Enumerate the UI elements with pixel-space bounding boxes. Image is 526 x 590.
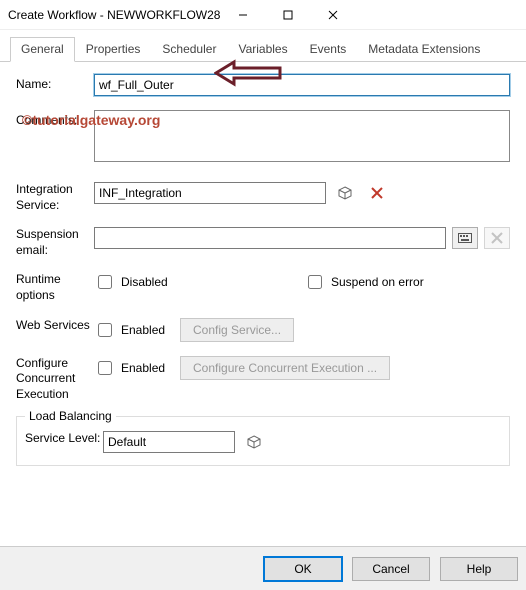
close-button[interactable] xyxy=(310,0,355,30)
watermark-text: ©tutorialgateway.org xyxy=(22,112,160,128)
integration-label: Integration Service: xyxy=(16,182,94,213)
clear-email-button xyxy=(484,227,510,249)
x-icon xyxy=(371,187,383,199)
tab-events[interactable]: Events xyxy=(299,37,358,62)
cc-enabled-check-label: Enabled xyxy=(121,361,165,375)
suspension-label: Suspension email: xyxy=(16,227,94,258)
x-icon xyxy=(491,232,503,244)
config-service-button: Config Service... xyxy=(180,318,294,342)
help-button[interactable]: Help xyxy=(440,557,518,581)
load-balancing-group: Load Balancing Service Level: xyxy=(16,416,510,466)
name-input[interactable] xyxy=(94,74,510,96)
tab-general[interactable]: General xyxy=(10,37,75,62)
disabled-check-label: Disabled xyxy=(121,275,168,289)
concurrent-label: Configure Concurrent Execution xyxy=(16,356,94,403)
load-balancing-legend: Load Balancing xyxy=(25,409,116,423)
suspension-input[interactable] xyxy=(94,227,446,249)
service-level-input[interactable] xyxy=(103,431,235,453)
runtime-label: Runtime options xyxy=(16,272,94,303)
minimize-button[interactable] xyxy=(220,0,265,30)
tab-metadata[interactable]: Metadata Extensions xyxy=(357,37,491,62)
cancel-button[interactable]: Cancel xyxy=(352,557,430,581)
cc-enabled-check-input[interactable] xyxy=(98,361,112,375)
config-concurrent-button: Configure Concurrent Execution ... xyxy=(180,356,390,380)
title-bar: Create Workflow - NEWWORKFLOW28 xyxy=(0,0,526,30)
cube-icon xyxy=(246,435,262,449)
ok-button[interactable]: OK xyxy=(264,557,342,581)
window-controls xyxy=(220,0,355,29)
webservices-label: Web Services xyxy=(16,318,94,334)
suspend-error-checkbox[interactable]: Suspend on error xyxy=(304,272,424,292)
clear-service-button[interactable] xyxy=(364,182,390,204)
tab-variables[interactable]: Variables xyxy=(227,37,298,62)
suspend-error-check-label: Suspend on error xyxy=(331,275,424,289)
integration-input[interactable] xyxy=(94,182,326,204)
disabled-checkbox[interactable]: Disabled xyxy=(94,272,304,292)
tab-scheduler[interactable]: Scheduler xyxy=(151,37,227,62)
email-picker-button[interactable] xyxy=(452,227,478,249)
cube-icon xyxy=(337,186,353,200)
window-title: Create Workflow - NEWWORKFLOW28 xyxy=(8,8,220,22)
tab-strip: General Properties Scheduler Variables E… xyxy=(0,30,526,62)
cc-enabled-checkbox[interactable]: Enabled xyxy=(94,358,174,378)
service-level-browse-button[interactable] xyxy=(241,431,267,453)
browse-service-button[interactable] xyxy=(332,182,358,204)
suspend-error-check-input[interactable] xyxy=(308,275,322,289)
keyboard-icon xyxy=(458,233,472,243)
ws-enabled-check-input[interactable] xyxy=(98,323,112,337)
disabled-check-input[interactable] xyxy=(98,275,112,289)
service-level-label: Service Level: xyxy=(25,431,103,447)
maximize-button[interactable] xyxy=(265,0,310,30)
name-label: Name: xyxy=(16,74,94,91)
ws-enabled-check-label: Enabled xyxy=(121,323,165,337)
ws-enabled-checkbox[interactable]: Enabled xyxy=(94,320,174,340)
dialog-footer: OK Cancel Help xyxy=(0,546,526,590)
tab-properties[interactable]: Properties xyxy=(75,37,152,62)
